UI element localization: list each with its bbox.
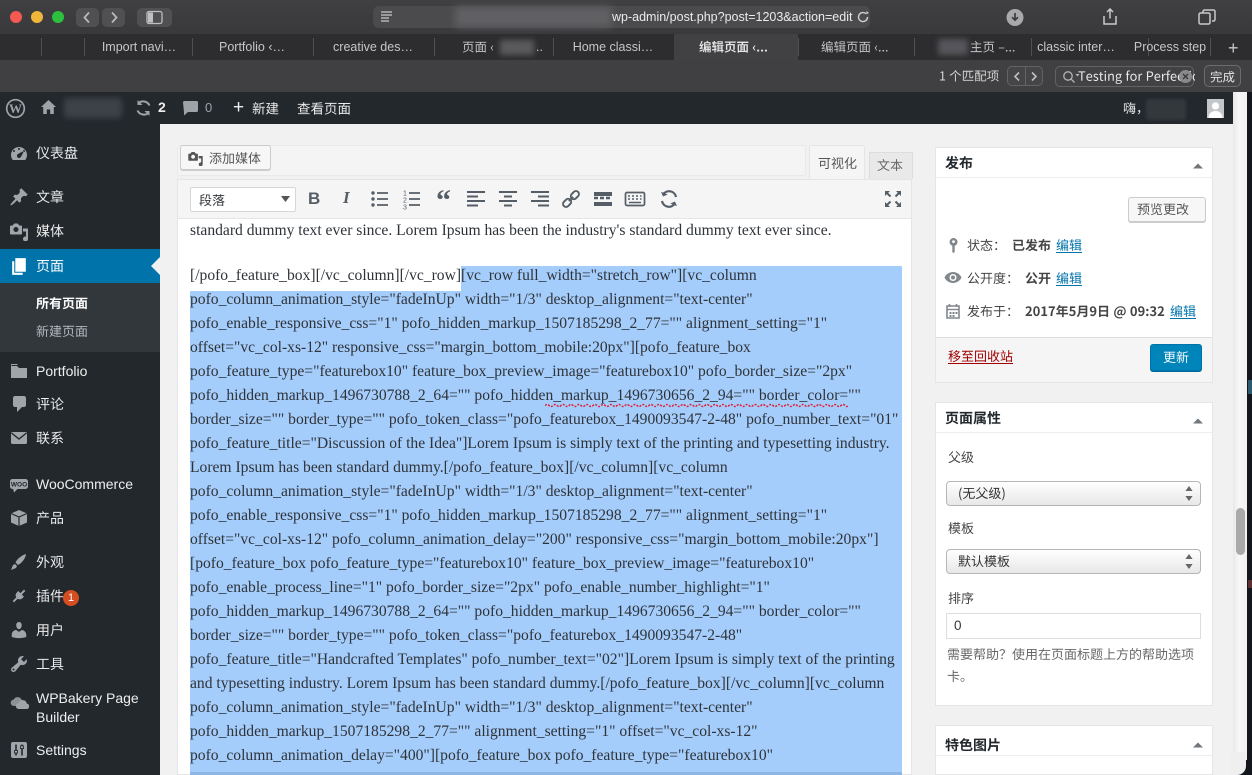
svg-text:1: 1	[403, 191, 407, 198]
svg-text:2: 2	[403, 198, 407, 205]
svg-text:WOO: WOO	[11, 482, 27, 489]
svg-text:3: 3	[403, 205, 407, 212]
svg-text:W: W	[9, 101, 22, 116]
